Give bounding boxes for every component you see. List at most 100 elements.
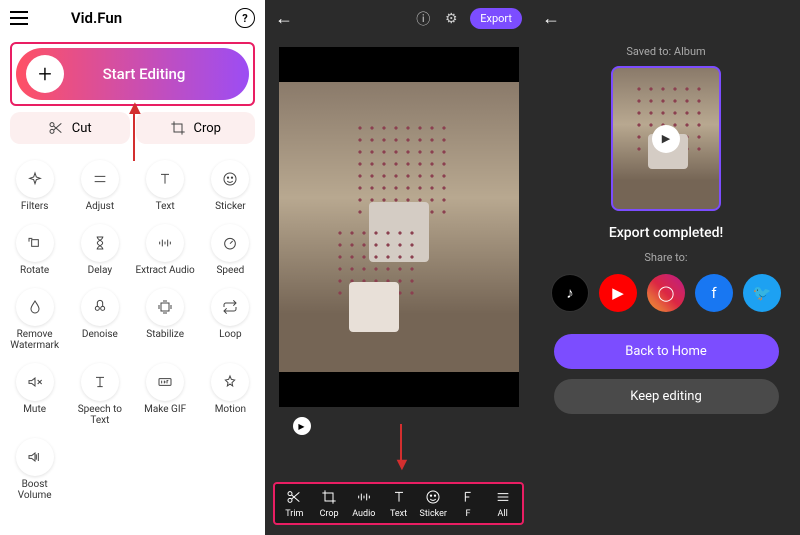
tool-rotate[interactable]: Rotate xyxy=(2,218,67,282)
boost-icon xyxy=(16,438,54,476)
tool-label: Sticker xyxy=(215,201,246,212)
tool-smile[interactable]: Sticker xyxy=(198,154,263,218)
settings-icon[interactable]: ⚙ xyxy=(442,10,460,28)
start-label: Start Editing xyxy=(49,65,239,83)
editor-toolbar: Trim Crop Audio Text Sticker F All xyxy=(277,488,520,519)
stabilize-icon xyxy=(146,288,184,326)
tool-speed[interactable]: Speed xyxy=(198,218,263,282)
share-youtube-button[interactable]: ▶ xyxy=(599,274,637,312)
tool-label: Speech to Text xyxy=(69,404,130,426)
back-to-home-button[interactable]: Back to Home xyxy=(554,334,779,369)
toolbar-smile[interactable]: Sticker xyxy=(416,488,451,519)
mute-icon xyxy=(16,363,54,401)
editor-panel: ← ⓘ ⚙ Export ▶ ▼ Trim Crop Audio Text Sticke… xyxy=(265,0,532,535)
cut-label: Cut xyxy=(72,121,92,136)
editor-header: ← ⓘ ⚙ Export xyxy=(265,0,532,37)
annotation-arrow: ▼ xyxy=(393,454,411,475)
tool-sliders[interactable]: Adjust xyxy=(67,154,132,218)
tool-label: Mute xyxy=(23,404,46,415)
scissors-icon xyxy=(48,120,64,136)
tool-label: Rotate xyxy=(20,265,49,276)
tool-label: Stabilize xyxy=(146,329,184,340)
tool-label: Boost Volume xyxy=(4,479,65,501)
toolbar-label: Crop xyxy=(320,509,339,519)
tool-loop[interactable]: Loop xyxy=(198,282,263,357)
share-tiktok-button[interactable]: ♪ xyxy=(551,274,589,312)
audio-icon xyxy=(356,488,372,506)
export-button[interactable]: Export xyxy=(470,8,522,29)
home-panel: Vid.Fun ? + Start Editing ▲ Cut Crop Fil… xyxy=(0,0,265,535)
tool-hourglass[interactable]: Delay xyxy=(67,218,132,282)
tool-label: Extract Audio xyxy=(135,265,194,276)
speed-icon xyxy=(211,224,249,262)
scissors-icon xyxy=(286,488,302,506)
toolbar-highlight: Trim Crop Audio Text Sticker F All xyxy=(273,482,524,525)
app-title: Vid.Fun xyxy=(71,9,122,27)
cut-button[interactable]: Cut xyxy=(10,112,130,144)
crop-label: Crop xyxy=(194,121,221,136)
all-icon xyxy=(495,488,511,506)
toolbar-text[interactable]: Text xyxy=(381,488,416,519)
start-editing-button[interactable]: + Start Editing xyxy=(16,48,249,100)
tool-speech[interactable]: Speech to Text xyxy=(67,357,132,432)
tool-motion[interactable]: Motion xyxy=(198,357,263,432)
help-icon[interactable]: ? xyxy=(235,8,255,28)
menu-icon[interactable] xyxy=(10,11,28,25)
share-label: Share to: xyxy=(644,251,687,264)
home-header: Vid.Fun ? xyxy=(0,0,265,36)
gif-icon xyxy=(146,363,184,401)
tool-label: Remove Watermark xyxy=(4,329,65,351)
help-icon[interactable]: ⓘ xyxy=(414,10,432,28)
tool-text[interactable]: Text xyxy=(133,154,198,218)
tool-denoise[interactable]: Denoise xyxy=(67,282,132,357)
loop-icon xyxy=(211,288,249,326)
smile-icon xyxy=(211,160,249,198)
video-preview[interactable]: ▶ xyxy=(279,47,519,407)
tool-sparkle[interactable]: Filters xyxy=(2,154,67,218)
share-facebook-button[interactable]: f xyxy=(695,274,733,312)
toolbar-all[interactable]: All xyxy=(485,488,520,519)
crop-button[interactable]: Crop xyxy=(136,112,256,144)
share-instagram-button[interactable]: ◯ xyxy=(647,274,685,312)
tool-mute[interactable]: Mute xyxy=(2,357,67,432)
share-twitter-button[interactable]: 🐦 xyxy=(743,274,781,312)
tool-gif[interactable]: Make GIF xyxy=(133,357,198,432)
tool-label: Speed xyxy=(216,265,244,276)
tool-label: Denoise xyxy=(82,329,118,340)
tool-extract-audio[interactable]: Extract Audio xyxy=(133,218,198,282)
social-row: ♪ ▶ ◯ f 🐦 xyxy=(551,274,781,312)
toolbar-label: Audio xyxy=(352,509,375,519)
export-panel: ← Saved to: Album ▶ Export completed! Sh… xyxy=(532,0,800,535)
export-header: ← xyxy=(532,0,800,37)
saved-label: Saved to: Album xyxy=(626,45,705,58)
motion-icon xyxy=(211,363,249,401)
toolbar-label: Trim xyxy=(285,509,303,519)
tool-label: Text xyxy=(156,201,175,212)
toolbar-label: All xyxy=(498,509,508,519)
back-button[interactable]: ← xyxy=(275,8,293,29)
f-icon xyxy=(460,488,476,506)
denoise-icon xyxy=(81,288,119,326)
play-icon: ▶ xyxy=(652,125,680,153)
toolbar-f[interactable]: F xyxy=(451,488,486,519)
toolbar-label: Text xyxy=(390,509,407,519)
tool-label: Loop xyxy=(219,329,241,340)
tool-label: Motion xyxy=(215,404,246,415)
back-button[interactable]: ← xyxy=(542,8,790,29)
toolbar-label: Sticker xyxy=(419,509,446,519)
rotate-icon xyxy=(16,224,54,262)
toolbar-crop[interactable]: Crop xyxy=(312,488,347,519)
video-thumbnail[interactable]: ▶ xyxy=(611,66,721,211)
smile-icon xyxy=(425,488,441,506)
tool-label: Delay xyxy=(88,265,112,276)
play-button[interactable]: ▶ xyxy=(293,417,311,435)
toolbar-audio[interactable]: Audio xyxy=(346,488,381,519)
crop-icon xyxy=(321,488,337,506)
keep-editing-button[interactable]: Keep editing xyxy=(554,379,779,414)
tool-water[interactable]: Remove Watermark xyxy=(2,282,67,357)
tool-boost[interactable]: Boost Volume xyxy=(2,432,67,507)
tool-stabilize[interactable]: Stabilize xyxy=(133,282,198,357)
text-icon xyxy=(146,160,184,198)
toolbar-scissors[interactable]: Trim xyxy=(277,488,312,519)
video-frame xyxy=(279,82,519,372)
